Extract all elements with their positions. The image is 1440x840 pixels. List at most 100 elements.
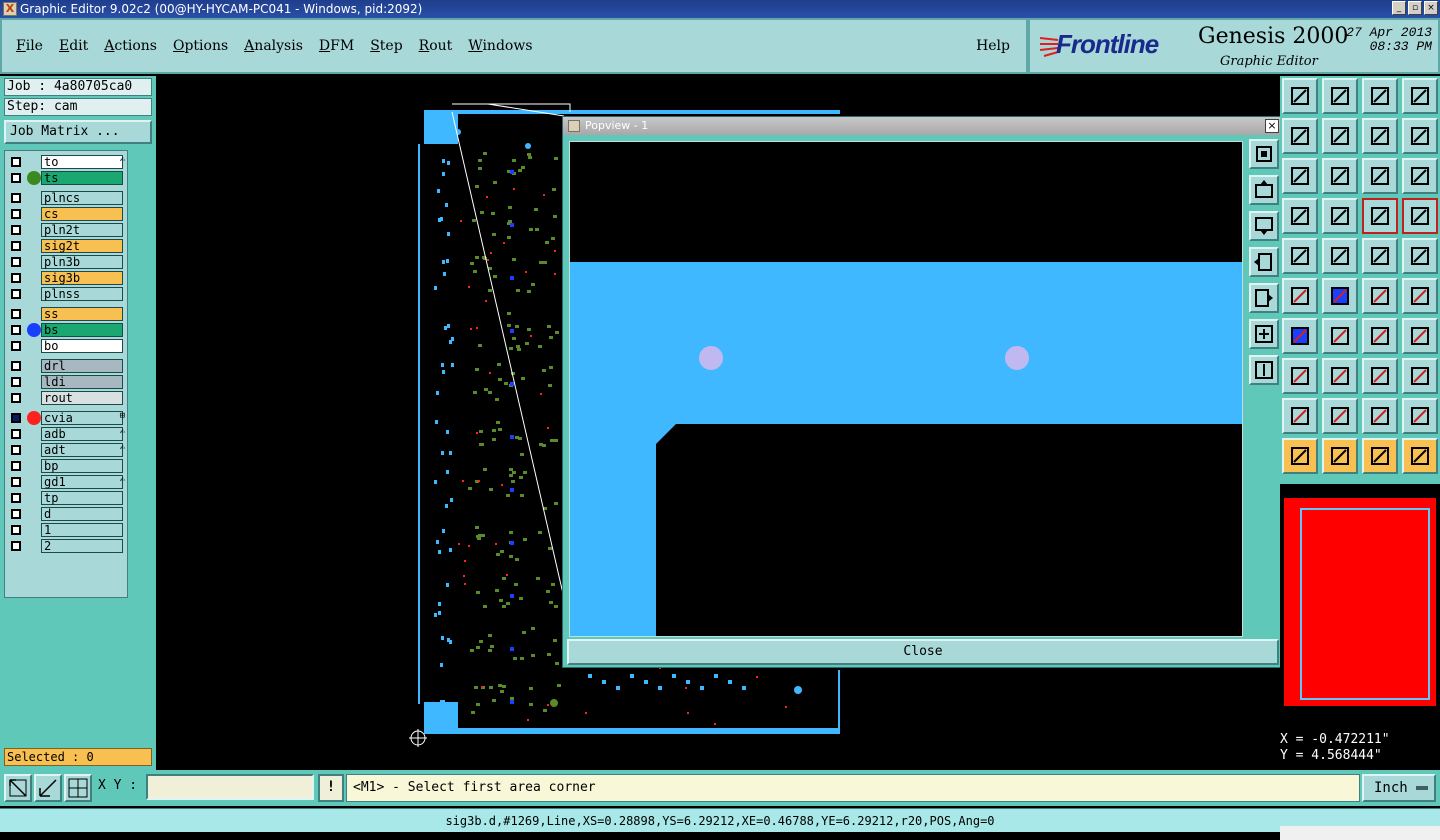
layer-row[interactable]: 1 — [7, 523, 127, 537]
layer-name[interactable]: tp — [41, 491, 123, 505]
layer-row[interactable]: ss — [7, 307, 127, 321]
menu-actions[interactable]: Actions — [104, 38, 157, 54]
job-matrix-button[interactable]: Job Matrix ... — [4, 120, 152, 144]
layer-checkbox[interactable] — [11, 413, 21, 423]
popview-close-button[interactable]: Close — [567, 639, 1279, 665]
layer-row[interactable]: plncs — [7, 191, 127, 205]
zoom-fit-icon[interactable] — [1322, 158, 1358, 194]
ruler-icon[interactable] — [1362, 238, 1398, 274]
fit-vertical-icon[interactable] — [1249, 355, 1279, 385]
window-icon[interactable] — [1402, 78, 1438, 114]
layer-row[interactable]: cs — [7, 207, 127, 221]
layer-checkbox[interactable] — [11, 273, 21, 283]
layer-name[interactable]: pln3b — [41, 255, 123, 269]
layer-row[interactable]: pln2t — [7, 223, 127, 237]
tools-icon[interactable] — [1282, 198, 1318, 234]
layer-row[interactable]: ts — [7, 171, 127, 185]
layer-checkbox[interactable] — [11, 173, 21, 183]
layer-name[interactable]: sig2t — [41, 239, 123, 253]
layer-name[interactable]: sig3b — [41, 271, 123, 285]
angle-icon[interactable] — [1282, 318, 1318, 354]
layer-name[interactable]: ldi — [41, 375, 123, 389]
layer-checkbox[interactable] — [11, 341, 21, 351]
layer-checkbox[interactable] — [11, 541, 21, 551]
layer-row[interactable]: pln3b — [7, 255, 127, 269]
layer-checkbox[interactable] — [11, 493, 21, 503]
layer-row[interactable]: bo — [7, 339, 127, 353]
layer-name[interactable]: cvia — [41, 411, 123, 425]
home-icon[interactable] — [1362, 78, 1398, 114]
layer-checkbox[interactable] — [11, 477, 21, 487]
layer-checkbox[interactable] — [11, 325, 21, 335]
layers-red-icon[interactable] — [1362, 198, 1398, 234]
layer-checkbox[interactable] — [11, 361, 21, 371]
right-icon[interactable] — [1249, 283, 1279, 313]
layer-row[interactable]: plnss — [7, 287, 127, 301]
layer-name[interactable]: 2 — [41, 539, 123, 553]
pointer-icon[interactable] — [1282, 438, 1318, 474]
layer-name[interactable]: bs — [41, 323, 123, 337]
layer-name[interactable]: gd1 — [41, 475, 123, 489]
layer-checkbox[interactable] — [11, 445, 21, 455]
grid-icon[interactable] — [1322, 198, 1358, 234]
close-window-button[interactable]: × — [1424, 1, 1438, 15]
up-icon[interactable] — [1249, 175, 1279, 205]
text-icon[interactable] — [1402, 318, 1438, 354]
diagonal-icon[interactable] — [1322, 318, 1358, 354]
snake-icon[interactable] — [1402, 118, 1438, 154]
layer-checkbox[interactable] — [11, 241, 21, 251]
layer-checkbox[interactable] — [11, 377, 21, 387]
pointer-hl-icon[interactable] — [1362, 438, 1398, 474]
layer-checkbox[interactable] — [11, 509, 21, 519]
layer-name[interactable]: 1 — [41, 523, 123, 537]
layer-checkbox[interactable] — [11, 257, 21, 267]
mirror-icon[interactable] — [1362, 118, 1398, 154]
layer-row[interactable]: rout — [7, 391, 127, 405]
overview-map[interactable] — [1280, 484, 1440, 728]
zoom-home-icon[interactable] — [1282, 78, 1318, 114]
layers-red2-icon[interactable] — [1402, 198, 1438, 234]
layer-name[interactable]: plnss — [41, 287, 123, 301]
dot-icon[interactable] — [1402, 238, 1438, 274]
layer-checkbox[interactable] — [11, 225, 21, 235]
layer-checkbox[interactable] — [11, 461, 21, 471]
layer-name[interactable]: to — [41, 155, 123, 169]
xy-input[interactable] — [146, 774, 314, 800]
blob-icon[interactable] — [1402, 358, 1438, 394]
layer-row[interactable]: bp — [7, 459, 127, 473]
layer-name[interactable]: cs — [41, 207, 123, 221]
zoom-area-icon[interactable] — [4, 774, 32, 802]
layer-name[interactable]: drl — [41, 359, 123, 373]
shape-icon[interactable] — [1282, 358, 1318, 394]
layer-row[interactable]: cvia ⊞ — [7, 411, 127, 425]
layer-row[interactable]: d — [7, 507, 127, 521]
layer-name[interactable]: bo — [41, 339, 123, 353]
triangle-icon[interactable] — [1282, 398, 1318, 434]
measure-tool-icon[interactable] — [34, 774, 62, 802]
layer-row[interactable]: bs — [7, 323, 127, 337]
rotate-icon[interactable] — [1362, 318, 1398, 354]
menu-help[interactable]: Help — [976, 38, 1010, 54]
snap-grid-icon[interactable] — [64, 774, 92, 802]
line-icon[interactable] — [1362, 278, 1398, 314]
layer-row[interactable]: 2 — [7, 539, 127, 553]
slash-icon[interactable] — [1322, 238, 1358, 274]
popview-canvas[interactable] — [569, 141, 1243, 637]
menu-dfm[interactable]: DFM — [319, 38, 354, 54]
layer-checkbox[interactable] — [11, 193, 21, 203]
layer-row[interactable]: adb ✍ — [7, 427, 127, 441]
zoom-back-icon[interactable] — [1322, 78, 1358, 114]
measure-icon[interactable] — [1282, 238, 1318, 274]
layer-row[interactable]: to ✍ — [7, 155, 127, 169]
down-icon[interactable] — [1249, 211, 1279, 241]
layer-checkbox[interactable] — [11, 525, 21, 535]
menu-analysis[interactable]: Analysis — [244, 38, 303, 54]
left-icon[interactable] — [1249, 247, 1279, 277]
help-icon[interactable] — [1402, 158, 1438, 194]
zoom-in-icon[interactable] — [1249, 139, 1279, 169]
units-selector[interactable]: Inch — [1362, 774, 1436, 802]
alert-button[interactable]: ! — [318, 774, 344, 802]
cross-icon[interactable] — [1322, 278, 1358, 314]
layer-checkbox[interactable] — [11, 429, 21, 439]
pan-left-icon[interactable] — [1282, 118, 1318, 154]
